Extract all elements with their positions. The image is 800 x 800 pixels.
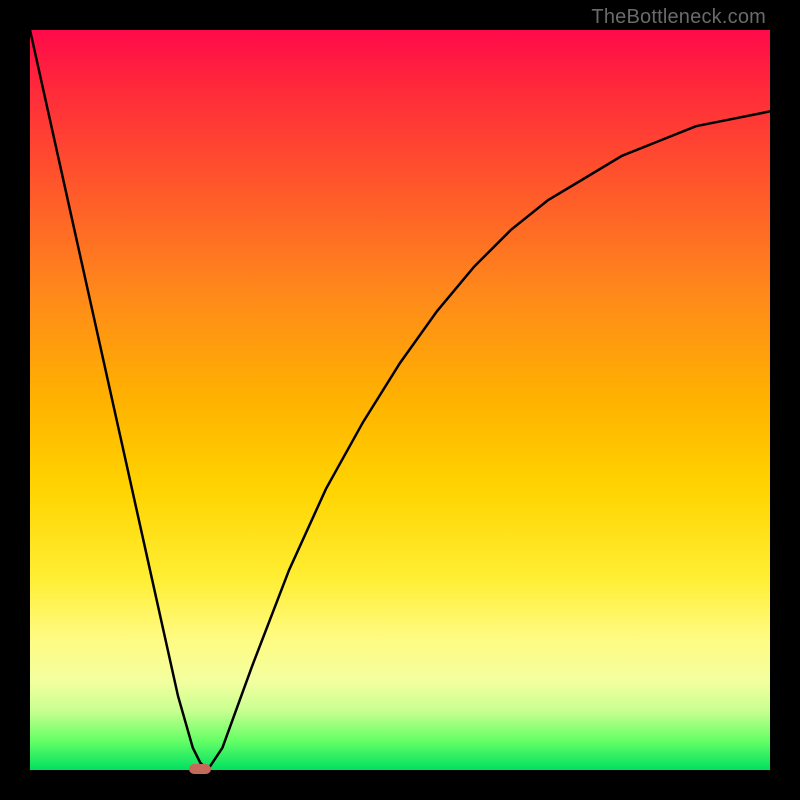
optimum-marker [189,764,211,774]
bottleneck-curve [30,30,770,770]
curve-svg [30,30,770,770]
watermark-text: TheBottleneck.com [591,6,766,29]
chart-frame: TheBottleneck.com [0,0,800,800]
